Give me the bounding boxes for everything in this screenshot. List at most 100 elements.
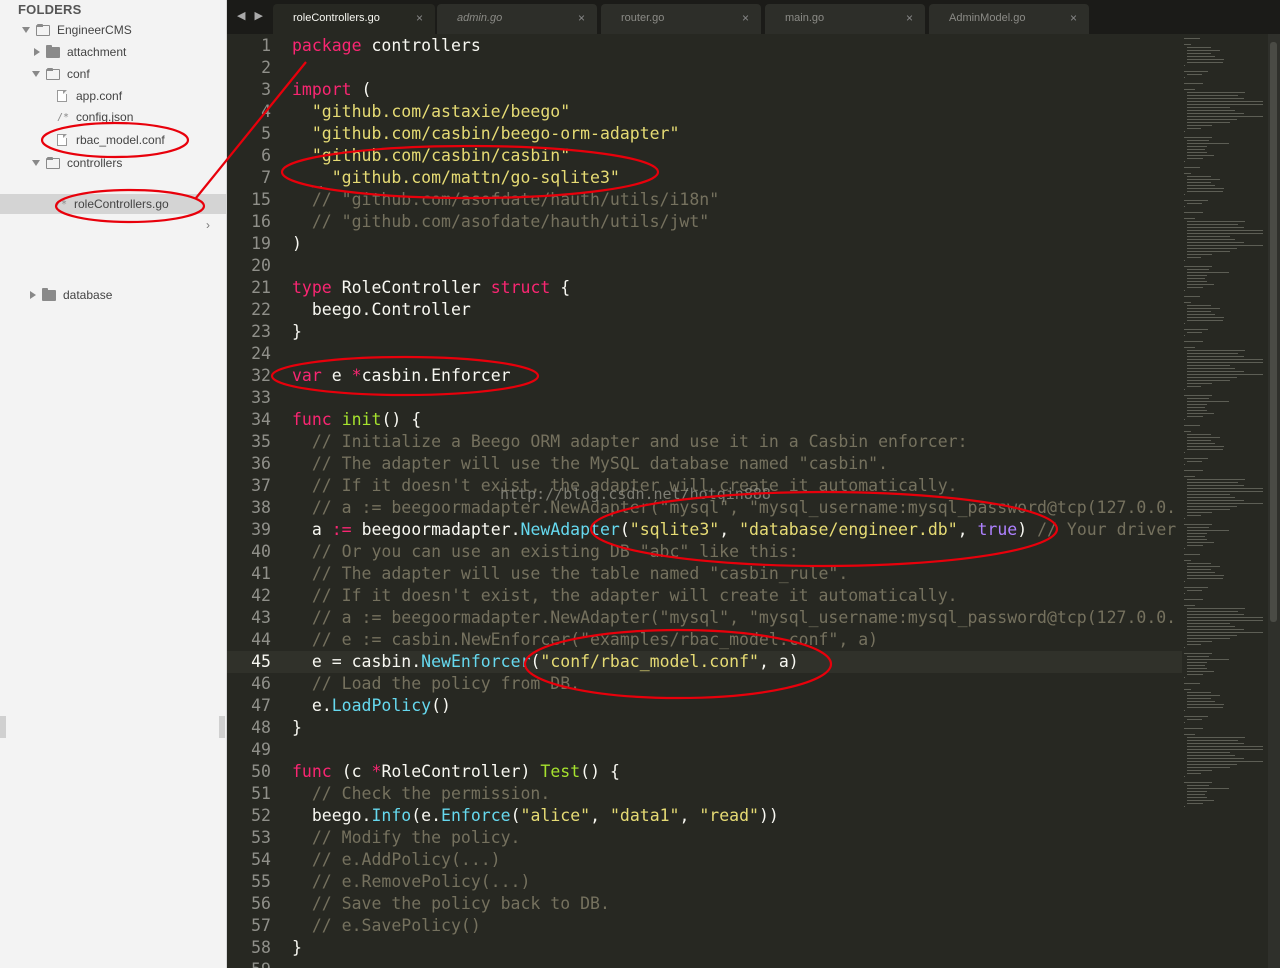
- code-editor[interactable]: 1 package controllers 2 3 import (4 "github.…: [227, 34, 1182, 968]
- minimap-line: [1187, 740, 1238, 741]
- tab-adminmodel-go[interactable]: AdminModel.go ×: [929, 4, 1089, 34]
- code-text: e = casbin.NewEnforcer("conf/rbac_model.…: [311, 652, 799, 671]
- chevron-down-icon[interactable]: [22, 27, 30, 33]
- close-icon[interactable]: ×: [416, 4, 423, 32]
- tab-main-go[interactable]: main.go ×: [765, 4, 925, 34]
- code-line[interactable]: 21 type RoleController struct {: [227, 277, 1182, 299]
- minimap-line: [1184, 593, 1185, 594]
- minimap-line: [1187, 203, 1203, 204]
- code-line[interactable]: 52 beego.Info(e.Enforce("alice", "data1"…: [227, 805, 1182, 827]
- minimap-line: [1187, 512, 1212, 513]
- code-line[interactable]: 19): [227, 233, 1182, 255]
- minimap-line: [1187, 128, 1201, 129]
- chevron-down-icon[interactable]: [32, 160, 40, 166]
- editor-scrollbar[interactable]: [1268, 34, 1280, 968]
- line-number: 15: [251, 190, 271, 209]
- tree-item-conf[interactable]: conf: [0, 64, 259, 84]
- close-icon[interactable]: ×: [742, 4, 749, 32]
- code-line[interactable]: 22 beego.Controller: [227, 299, 1182, 321]
- code-line[interactable]: 7 _ "github.com/mattn/go-sqlite3": [227, 167, 1182, 189]
- tab-rolecontrollers-go[interactable]: roleControllers.go ×: [273, 4, 435, 34]
- chevron-down-icon[interactable]: [32, 71, 40, 77]
- code-line[interactable]: 36 // The adapter will use the MySQL dat…: [227, 453, 1182, 475]
- line-number: 5: [261, 124, 271, 143]
- chevron-right-icon[interactable]: ›: [206, 218, 210, 232]
- code-line[interactable]: 55 // e.RemovePolicy(...): [227, 871, 1182, 893]
- code-line[interactable]: 41 // The adapter will use the table nam…: [227, 563, 1182, 585]
- code-line[interactable]: 35 // Initialize a Beego ORM adapter and…: [227, 431, 1182, 453]
- code-text: // "github.com/asofdate/hauth/utils/jwt": [311, 212, 710, 231]
- line-number: 51: [251, 784, 271, 803]
- code-line[interactable]: 6 "github.com/casbin/casbin": [227, 145, 1182, 167]
- chevron-right-icon[interactable]: [34, 48, 40, 56]
- code-line[interactable]: 3 import (: [227, 79, 1182, 101]
- code-line[interactable]: 59: [227, 959, 1182, 968]
- code-line[interactable]: 54 // e.AddPolicy(...): [227, 849, 1182, 871]
- tab-router-go[interactable]: router.go ×: [601, 4, 761, 34]
- tree-item-database[interactable]: database: [0, 285, 257, 305]
- sidebar-scroll-marker: [0, 716, 6, 738]
- code-line[interactable]: 5 "github.com/casbin/beego-orm-adapter": [227, 123, 1182, 145]
- code-line[interactable]: 46 // Load the policy from DB.: [227, 673, 1182, 695]
- code-text: // If it doesn't exist, the adapter will…: [311, 476, 958, 495]
- code-line[interactable]: 34 func init() {: [227, 409, 1182, 431]
- minimap-line: [1187, 185, 1216, 186]
- minimap[interactable]: [1182, 34, 1268, 968]
- minimap-line: [1187, 662, 1207, 663]
- code-line[interactable]: 23}: [227, 321, 1182, 343]
- code-line[interactable]: 24: [227, 343, 1182, 365]
- code-line[interactable]: 20: [227, 255, 1182, 277]
- close-icon[interactable]: ×: [1070, 4, 1077, 32]
- code-line[interactable]: 50 func (c *RoleController) Test() {: [227, 761, 1182, 783]
- code-line[interactable]: 39 a := beegoormadapter.NewAdapter("sqli…: [227, 519, 1182, 541]
- tree-item-engineercms[interactable]: EngineerCMS: [0, 20, 249, 40]
- close-icon[interactable]: ×: [578, 4, 585, 32]
- code-line[interactable]: 48}: [227, 717, 1182, 739]
- tab-nav-arrows-icon[interactable]: ◀ ▶: [237, 9, 266, 22]
- code-line[interactable]: 38 // a := beegoormadapter.NewAdapter("m…: [227, 497, 1182, 519]
- code-line[interactable]: 53 // Modify the policy.: [227, 827, 1182, 849]
- minimap-line: [1184, 161, 1185, 162]
- scroll-thumb[interactable]: [1270, 42, 1277, 622]
- code-line[interactable]: 45 e = casbin.NewEnforcer("conf/rbac_mod…: [227, 651, 1182, 673]
- code-line[interactable]: 51 // Check the permission.: [227, 783, 1182, 805]
- minimap-line: [1187, 563, 1211, 564]
- code-line[interactable]: 56 // Save the policy back to DB.: [227, 893, 1182, 915]
- tree-item-attachment[interactable]: attachment: [0, 42, 261, 62]
- code-line[interactable]: 16 // "github.com/asofdate/hauth/utils/j…: [227, 211, 1182, 233]
- code-line[interactable]: 32 var e *casbin.Enforcer: [227, 365, 1182, 387]
- code-line[interactable]: 43 // a := beegoormadapter.NewAdapter("m…: [227, 607, 1182, 629]
- tree-item-controllers[interactable]: controllers: [0, 153, 259, 173]
- code-line[interactable]: 1 package controllers: [227, 35, 1182, 57]
- line-number: 47: [251, 696, 271, 715]
- code-line[interactable]: 2: [227, 57, 1182, 79]
- chevron-right-icon[interactable]: [30, 291, 36, 299]
- minimap-line: [1187, 113, 1244, 114]
- code-line[interactable]: 58}: [227, 937, 1182, 959]
- minimap-line: [1187, 311, 1211, 312]
- code-line[interactable]: 44 // e := casbin.NewEnforcer("examples/…: [227, 629, 1182, 651]
- code-line[interactable]: 49: [227, 739, 1182, 761]
- minimap-line: [1184, 524, 1213, 525]
- code-line[interactable]: 57 // e.SavePolicy(): [227, 915, 1182, 937]
- tab-admin-go[interactable]: admin.go ×: [437, 4, 597, 34]
- code-text: import (: [292, 80, 372, 99]
- code-file-icon: /*: [55, 198, 68, 210]
- minimap-line: [1184, 167, 1201, 168]
- code-line[interactable]: 15 // "github.com/asofdate/hauth/utils/i…: [227, 189, 1182, 211]
- close-icon[interactable]: ×: [906, 4, 913, 32]
- minimap-line: [1184, 212, 1203, 213]
- code-line[interactable]: 4 "github.com/astaxie/beego": [227, 101, 1182, 123]
- minimap-line: [1187, 356, 1244, 357]
- line-number: 6: [261, 146, 271, 165]
- code-text: beego.Controller: [311, 300, 471, 319]
- code-line[interactable]: 40 // Or you can use an existing DB "abc…: [227, 541, 1182, 563]
- minimap-line: [1187, 275, 1207, 276]
- code-line[interactable]: 42 // If it doesn't exist, the adapter w…: [227, 585, 1182, 607]
- code-line[interactable]: 37 // If it doesn't exist, the adapter w…: [227, 475, 1182, 497]
- code-line[interactable]: 33: [227, 387, 1182, 409]
- minimap-line: [1187, 227, 1244, 228]
- line-number: 50: [251, 762, 271, 781]
- code-line[interactable]: 47 e.LoadPolicy(): [227, 695, 1182, 717]
- minimap-line: [1187, 656, 1210, 657]
